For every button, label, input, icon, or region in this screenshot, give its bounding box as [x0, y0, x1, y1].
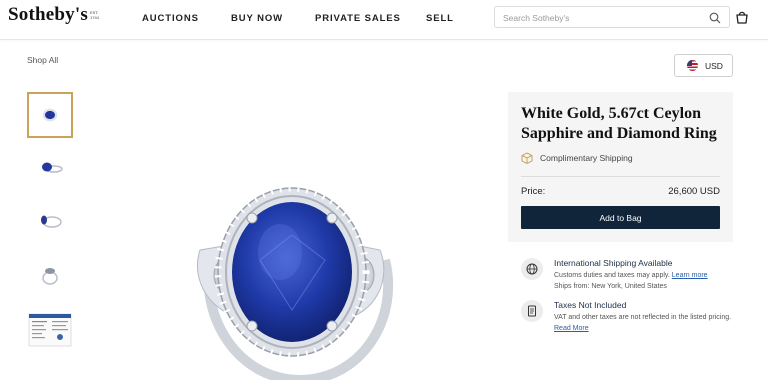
- currency-label: USD: [705, 61, 723, 71]
- ring-top-view-image: [42, 108, 58, 122]
- price-label: Price:: [521, 186, 546, 197]
- site-header: Sotheby's EST. 1744 AUCTIONS BUY NOW PRI…: [0, 0, 768, 40]
- thumbnail-ring-side-view[interactable]: [27, 198, 73, 244]
- receipt-icon-badge: [521, 300, 543, 322]
- taxes-info-title: Taxes Not Included: [554, 300, 627, 310]
- product-panel: White Gold, 5.67ct Ceylon Sapphire and D…: [508, 92, 733, 242]
- us-flag-icon: [687, 60, 698, 71]
- search-box: [494, 6, 730, 28]
- search-icon[interactable]: [709, 12, 721, 24]
- shipping-info-details: Customs duties and taxes may apply. Lear…: [554, 271, 732, 292]
- ring-angled-view-image: [42, 162, 63, 173]
- main-product-image[interactable]: [180, 140, 420, 380]
- sothebys-logo[interactable]: Sotheby's: [8, 4, 88, 26]
- price-value: 26,600 USD: [668, 186, 720, 197]
- receipt-icon: [528, 305, 536, 317]
- nav-auctions[interactable]: AUCTIONS: [142, 13, 199, 24]
- thumbnail-ring-profile-view[interactable]: [27, 251, 73, 297]
- logo-est-mark: EST. 1744: [90, 10, 99, 20]
- international-shipping-info: International Shipping Available Customs…: [521, 258, 733, 292]
- taxes-info-details: VAT and other taxes are not reflected in…: [554, 313, 732, 334]
- shipping-info-line1: Customs duties and taxes may apply.: [554, 272, 670, 279]
- thumbnail-ring-top-view[interactable]: [27, 92, 73, 138]
- add-to-bag-button[interactable]: Add to Bag: [521, 206, 720, 229]
- nav-private-sales[interactable]: PRIVATE SALES: [315, 13, 401, 24]
- product-title: White Gold, 5.67ct Ceylon Sapphire and D…: [521, 105, 717, 142]
- currency-selector[interactable]: USD: [674, 54, 733, 77]
- shipping-info-title: International Shipping Available: [554, 258, 673, 268]
- taxes-info: Taxes Not Included VAT and other taxes a…: [521, 300, 733, 336]
- search-input[interactable]: [503, 10, 703, 25]
- thumbnail-ring-angled-view[interactable]: [27, 145, 73, 191]
- globe-icon-badge: [521, 258, 543, 280]
- learn-more-link[interactable]: Learn more: [672, 272, 708, 279]
- package-icon: [521, 152, 533, 164]
- certificate-document-image: [28, 313, 72, 347]
- nav-buy-now[interactable]: BUY NOW: [231, 13, 283, 24]
- globe-icon: [526, 263, 538, 275]
- shipping-info-line2: Ships from: New York, United States: [554, 282, 667, 290]
- shopping-bag-icon[interactable]: [735, 10, 749, 24]
- thumbnail-certificate[interactable]: [27, 306, 73, 352]
- read-more-link[interactable]: Read More: [554, 325, 589, 332]
- panel-divider: [521, 176, 720, 177]
- ring-side-view-image: [41, 215, 62, 228]
- shipping-note: Complimentary Shipping: [540, 153, 633, 163]
- taxes-info-line1: VAT and other taxes are not reflected in…: [554, 314, 732, 321]
- breadcrumb-shop-all[interactable]: Shop All: [27, 55, 58, 65]
- nav-sell[interactable]: SELL: [426, 13, 454, 24]
- ring-profile-view-image: [42, 268, 58, 285]
